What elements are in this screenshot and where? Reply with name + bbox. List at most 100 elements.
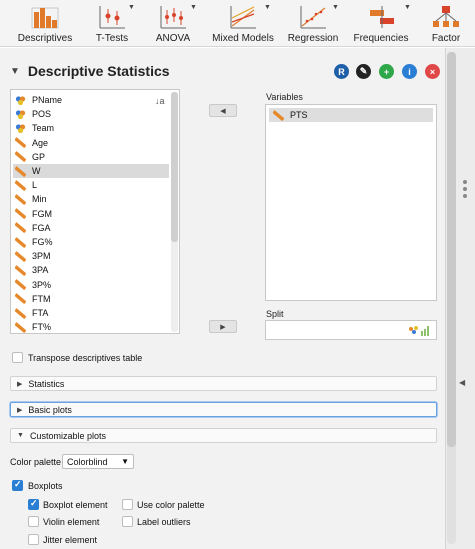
toolbar-anova[interactable]: ▼ ANOVA — [148, 0, 198, 47]
variable-list-item[interactable]: FGA — [13, 221, 169, 235]
toolbar-anova-label: ANOVA — [155, 33, 191, 44]
r-syntax-button[interactable]: R — [334, 64, 349, 79]
toolbar-frequencies-label: Frequencies — [353, 33, 409, 44]
jitter-element-label: Jitter element — [43, 535, 98, 545]
variables-box-label: Variables — [266, 92, 303, 102]
scale-variable-icon — [15, 250, 26, 262]
section-statistics-label: Statistics — [28, 378, 65, 389]
chevron-down-icon: ▼ — [190, 4, 197, 11]
variable-list-item[interactable]: PName — [13, 93, 169, 107]
nominal-variable-icon — [15, 110, 26, 119]
drag-handle-dot[interactable] — [463, 180, 467, 184]
edit-title-button[interactable]: ✎ — [356, 64, 371, 79]
scale-variable-icon — [15, 222, 26, 234]
variable-label: POS — [32, 109, 52, 120]
scale-variable-icon — [15, 194, 26, 205]
split-box[interactable] — [265, 320, 437, 340]
chevron-down-icon: ▼ — [121, 457, 129, 466]
variables-box[interactable]: PTS — [265, 104, 437, 301]
variable-label: FGM — [32, 208, 52, 219]
toolbar-descriptives-label: Descriptives — [17, 33, 73, 44]
variable-list-item[interactable]: FTM — [13, 292, 169, 306]
chevron-right-icon: ▶ — [17, 406, 23, 414]
transpose-checkbox[interactable] — [12, 352, 23, 363]
section-basic-plots[interactable]: ▶ Basic plots — [10, 402, 437, 417]
scale-variable-icon — [15, 208, 26, 220]
split-box-label: Split — [266, 309, 284, 319]
descriptives-icon — [31, 7, 59, 29]
info-button[interactable]: i — [402, 64, 417, 79]
variable-list-item[interactable]: GP — [13, 150, 169, 164]
scale-variable-icon — [273, 109, 284, 121]
section-customizable-plots-label: Customizable plots — [29, 430, 106, 441]
color-palette-dropdown[interactable]: Colorblind ▼ — [62, 454, 134, 469]
variable-list-item[interactable]: Team — [13, 121, 169, 135]
r-icon: R — [338, 66, 345, 77]
scale-variable-icon — [15, 265, 26, 276]
section-customizable-plots[interactable]: ▼ Customizable plots — [10, 428, 437, 443]
scale-variable-icon — [15, 321, 26, 333]
variable-list-item[interactable]: Min — [13, 192, 169, 206]
boxplot-element-label: Boxplot element — [43, 500, 108, 510]
violin-element-label: Violin element — [43, 517, 100, 527]
regression-icon — [300, 6, 326, 29]
chevron-right-icon: ▶ — [17, 380, 23, 388]
move-to-split-button[interactable]: ▶ — [209, 320, 237, 333]
variable-list-item[interactable]: FTA — [13, 306, 169, 320]
assigned-variable[interactable]: PTS — [269, 108, 433, 122]
variable-list-item[interactable]: FT% — [13, 320, 169, 333]
anova-icon — [160, 6, 186, 29]
chevron-down-icon: ▼ — [264, 4, 271, 11]
toolbar-factor[interactable]: Factor — [424, 0, 468, 47]
variable-label: PName — [32, 95, 63, 105]
sort-icon[interactable]: ↓a — [155, 96, 165, 106]
analysis-toolbar: Descriptives ▼ T-Tests ▼ ANOVA ▼ Mixed M… — [0, 0, 475, 47]
variable-label: 3PA — [32, 265, 49, 276]
toolbar-descriptives[interactable]: Descriptives — [14, 0, 76, 47]
list-scrollbar[interactable] — [171, 92, 178, 332]
drag-handle-dot[interactable] — [463, 194, 467, 198]
toolbar-ttests[interactable]: ▼ T-Tests — [88, 0, 136, 47]
color-palette-label: Color palette — [10, 457, 62, 467]
toolbar-regression-label: Regression — [287, 33, 339, 44]
variable-list-item[interactable]: FGM — [13, 207, 169, 221]
close-analysis-button[interactable]: × — [425, 64, 440, 79]
available-variables-list[interactable]: PName POS Team Age GP W L Min FGM FGA FG% 3PM 3PA 3P%… — [10, 89, 180, 334]
panel-header[interactable]: ▼ Descriptive Statistics — [10, 63, 170, 79]
toolbar-ttests-label: T-Tests — [95, 33, 129, 44]
toolbar-mixed-models[interactable]: ▼ Mixed Models — [210, 0, 276, 47]
variable-label: FTM — [32, 293, 51, 304]
move-to-variables-button[interactable]: ◀ — [209, 104, 237, 117]
label-outliers-checkbox[interactable] — [122, 516, 133, 527]
duplicate-button[interactable]: + — [379, 64, 394, 79]
toolbar-regression[interactable]: ▼ Regression — [286, 0, 340, 47]
variable-list-item[interactable]: FG% — [13, 235, 169, 249]
toolbar-frequencies[interactable]: ▼ Frequencies — [350, 0, 412, 47]
scale-variable-icon — [15, 236, 26, 248]
boxplot-element-checkbox[interactable] — [28, 498, 39, 510]
scale-variable-icon — [15, 137, 26, 149]
variable-types-icon — [409, 326, 429, 336]
use-color-palette-checkbox[interactable] — [122, 499, 133, 510]
collapse-left-icon[interactable]: ◀ — [459, 378, 465, 387]
use-color-palette-label: Use color palette — [137, 500, 205, 510]
jitter-element-checkbox[interactable] — [28, 534, 39, 545]
scrollbar-thumb[interactable] — [447, 52, 456, 447]
violin-element-checkbox[interactable] — [28, 516, 39, 527]
options-scrollbar[interactable] — [447, 52, 456, 544]
section-statistics[interactable]: ▶ Statistics — [10, 376, 437, 391]
variable-list-item[interactable]: W — [13, 164, 169, 178]
boxplots-checkbox[interactable] — [12, 479, 23, 491]
variable-list-item[interactable]: POS — [13, 107, 169, 121]
chevron-down-icon: ▼ — [128, 4, 135, 11]
variable-list-item[interactable]: L — [13, 178, 169, 192]
variable-list-item[interactable]: 3P% — [13, 278, 169, 292]
arrow-right-icon: ▶ — [220, 323, 226, 331]
variable-list-item[interactable]: 3PM — [13, 249, 169, 263]
drag-handle-dot[interactable] — [463, 187, 467, 191]
variable-label: FT% — [32, 322, 51, 333]
close-icon: × — [429, 66, 436, 77]
variable-list-item[interactable]: Age — [13, 136, 169, 150]
variable-list-item[interactable]: 3PA — [13, 263, 169, 277]
list-scrollbar-thumb[interactable] — [171, 92, 178, 242]
